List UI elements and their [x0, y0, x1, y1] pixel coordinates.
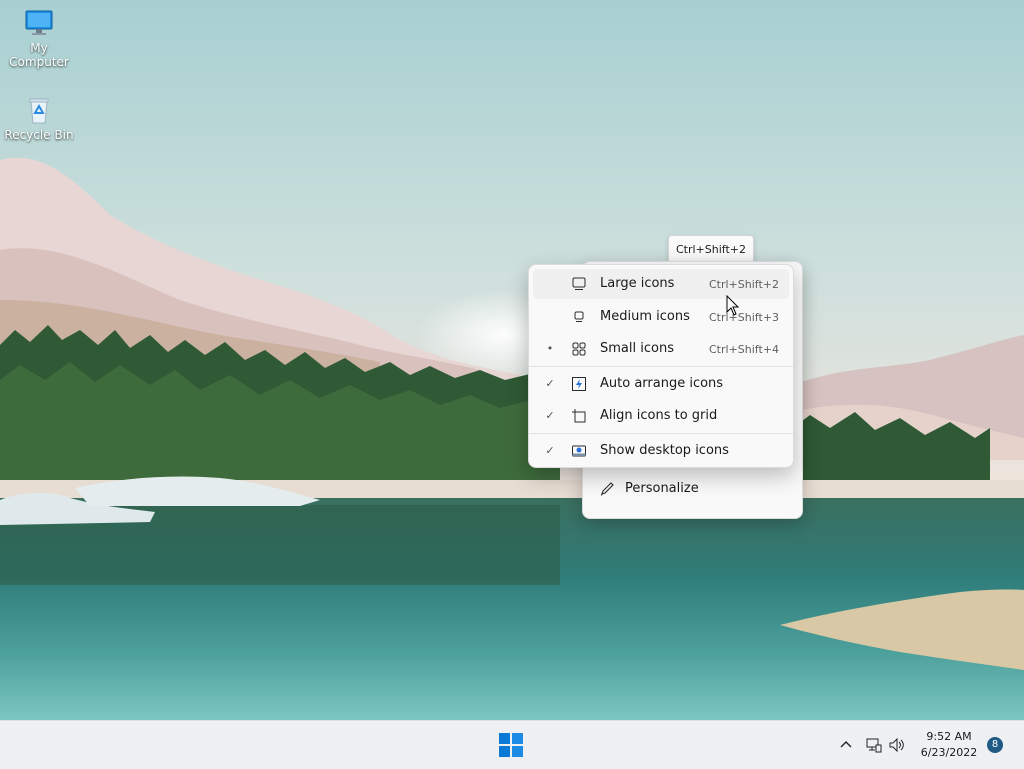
windows-start-icon[interactable]	[498, 732, 524, 758]
large-icons-icon	[572, 277, 586, 290]
menu-item-label: Small icons	[600, 341, 674, 356]
check-icon: ✓	[545, 377, 555, 390]
menu-item-label: Medium icons	[600, 309, 690, 324]
desktop-icon-my-computer[interactable]: My Computer	[0, 8, 79, 69]
clock-date: 6/23/2022	[920, 746, 978, 759]
desktop-icon-label: Recycle Bin	[4, 128, 74, 142]
align-grid-icon	[572, 409, 586, 423]
monitor-icon	[25, 10, 53, 35]
volume-icon[interactable]	[888, 736, 906, 754]
desktop-icon-label: My Computer	[9, 41, 69, 69]
menu-separator	[529, 433, 793, 434]
mouse-cursor-icon	[726, 295, 740, 316]
clock-time: 9:52 AM	[926, 730, 972, 743]
menu-item-large-icons[interactable]: Large icons Ctrl+Shift+2	[533, 269, 789, 299]
check-icon: ✓	[545, 409, 555, 422]
menu-item-label: Personalize	[625, 481, 699, 496]
check-icon: ✓	[545, 444, 555, 457]
menu-item-label: Large icons	[600, 276, 675, 291]
menu-item-auto-arrange[interactable]: ✓ Auto arrange icons	[533, 369, 789, 399]
shortcut-tooltip: Ctrl+Shift+2	[668, 235, 754, 264]
show-desktop-icon	[572, 445, 586, 457]
menu-item-shortcut: Ctrl+Shift+2	[708, 278, 779, 291]
medium-icons-icon	[574, 311, 584, 322]
view-submenu: Large icons Ctrl+Shift+2 Medium icons Ct…	[528, 264, 794, 468]
menu-item-label: Auto arrange icons	[600, 376, 724, 391]
desktop[interactable]: My Computer Recycle Bin Ctrl+Shift+2 Per…	[0, 0, 1024, 720]
chevron-up-icon[interactable]	[837, 736, 855, 754]
taskbar: 9:52 AM 6/23/2022 8	[0, 720, 1024, 769]
network-icon[interactable]	[864, 736, 882, 754]
clock[interactable]: 9:52 AM 6/23/2022	[912, 729, 986, 761]
menu-item-label: Align icons to grid	[600, 408, 718, 423]
menu-item-align-to-grid[interactable]: ✓ Align icons to grid	[533, 401, 789, 431]
menu-item-small-icons[interactable]: • Small icons Ctrl+Shift+4	[533, 334, 789, 364]
pen-icon	[600, 482, 614, 496]
recycle-bin-icon	[29, 98, 49, 124]
menu-item-label: Show desktop icons	[600, 443, 729, 458]
wallpaper	[0, 0, 1024, 720]
small-icons-icon	[572, 342, 586, 356]
menu-item-shortcut: Ctrl+Shift+4	[708, 343, 779, 356]
menu-item-marker: •	[546, 342, 554, 355]
desktop-icon-recycle-bin[interactable]: Recycle Bin	[0, 95, 79, 142]
menu-item-shortcut: Ctrl+Shift+3	[708, 311, 779, 324]
menu-separator	[529, 366, 793, 367]
notification-badge[interactable]: 8	[987, 737, 1003, 753]
menu-item-medium-icons[interactable]: Medium icons Ctrl+Shift+3	[533, 302, 789, 332]
auto-arrange-icon	[572, 377, 586, 391]
menu-item-show-desktop-icons[interactable]: ✓ Show desktop icons	[533, 436, 789, 466]
menu-item-personalize[interactable]: Personalize	[587, 474, 798, 504]
